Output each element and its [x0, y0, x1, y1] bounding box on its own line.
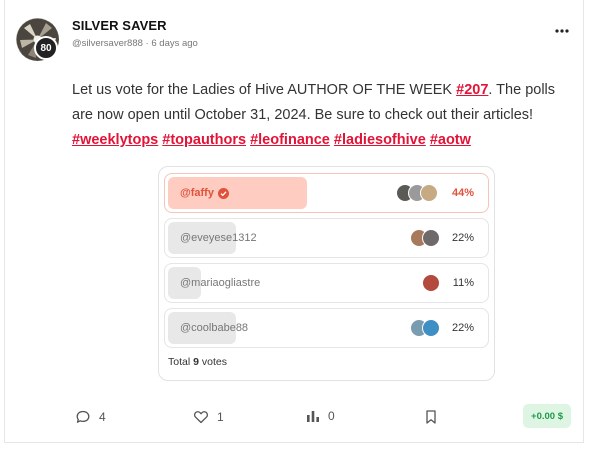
total-label: Total	[168, 356, 191, 368]
comment-count: 4	[99, 410, 106, 424]
voter-avatars	[410, 229, 440, 247]
poll-total: Total 9 votes	[168, 356, 227, 368]
payout-badge[interactable]: +0.00 $	[523, 404, 571, 428]
tag-link[interactable]: #aotw	[430, 132, 471, 148]
tag-link[interactable]: #weeklytops	[72, 132, 158, 148]
reputation-badge: 80	[34, 36, 58, 60]
post-actions: 4 1 0 +0.00 $	[5, 402, 585, 432]
poll-option[interactable]: @mariaogliastre 11%	[164, 263, 489, 303]
voter-avatar	[422, 274, 440, 292]
voter-avatars	[396, 184, 438, 202]
total-votes-count: 9	[193, 356, 199, 368]
poll: @faffy 44% @eveyese1312 22% @mariaoglias…	[158, 166, 495, 381]
bookmark-icon	[426, 410, 436, 424]
more-options-button[interactable]	[555, 24, 569, 34]
reblog-button[interactable]: 0	[306, 409, 335, 423]
voter-avatars	[410, 319, 440, 337]
poll-option-percent: 22%	[451, 232, 474, 244]
tag-link[interactable]: #ladiesofhive	[334, 132, 426, 148]
poll-option-label: @eveyese1312	[180, 232, 257, 244]
poll-option-percent: 11%	[452, 277, 474, 289]
poll-option-label: @faffy	[180, 187, 214, 199]
poll-option-label: @coolbabe88	[180, 322, 249, 334]
poll-option[interactable]: @faffy 44%	[164, 173, 489, 213]
poll-option-percent: 22%	[451, 322, 474, 334]
post-meta: @silversaver888 · 6 days ago	[72, 38, 198, 49]
check-icon	[217, 187, 229, 199]
voter-avatars	[422, 274, 440, 292]
poll-option[interactable]: @coolbabe88 22%	[164, 308, 489, 348]
voter-avatar	[422, 319, 440, 337]
reblog-count: 0	[328, 409, 335, 423]
body-text-1: Let us vote for the Ladies of Hive AUTHO…	[72, 82, 457, 98]
tag-link[interactable]: #topauthors	[162, 132, 246, 148]
poll-option[interactable]: @eveyese1312 22%	[164, 218, 489, 258]
heart-icon	[193, 411, 209, 424]
like-count: 1	[217, 410, 224, 424]
poll-option-label: @mariaogliastre	[180, 277, 261, 289]
week-number-link[interactable]: #207	[456, 82, 488, 98]
post-card: 80 SILVER SAVER @silversaver888 · 6 days…	[4, 0, 584, 443]
post-body: Let us vote for the Ladies of Hive AUTHO…	[72, 78, 577, 153]
post-time: 6 days ago	[151, 38, 198, 49]
author-name[interactable]: SILVER SAVER	[72, 18, 167, 33]
voter-avatar	[422, 229, 440, 247]
comment-icon	[76, 410, 90, 423]
tag-link[interactable]: #leofinance	[250, 132, 330, 148]
votes-label: votes	[201, 356, 227, 368]
voter-avatar	[420, 184, 438, 202]
like-button[interactable]: 1	[193, 409, 224, 425]
author-handle[interactable]: @silversaver888	[72, 38, 143, 49]
bar-chart-icon	[307, 411, 319, 422]
poll-option-percent: 44%	[451, 187, 474, 199]
meta-separator: ·	[145, 38, 149, 49]
bookmark-button[interactable]	[424, 409, 438, 425]
comment-button[interactable]: 4	[75, 409, 106, 425]
more-horizontal-icon	[555, 29, 569, 33]
